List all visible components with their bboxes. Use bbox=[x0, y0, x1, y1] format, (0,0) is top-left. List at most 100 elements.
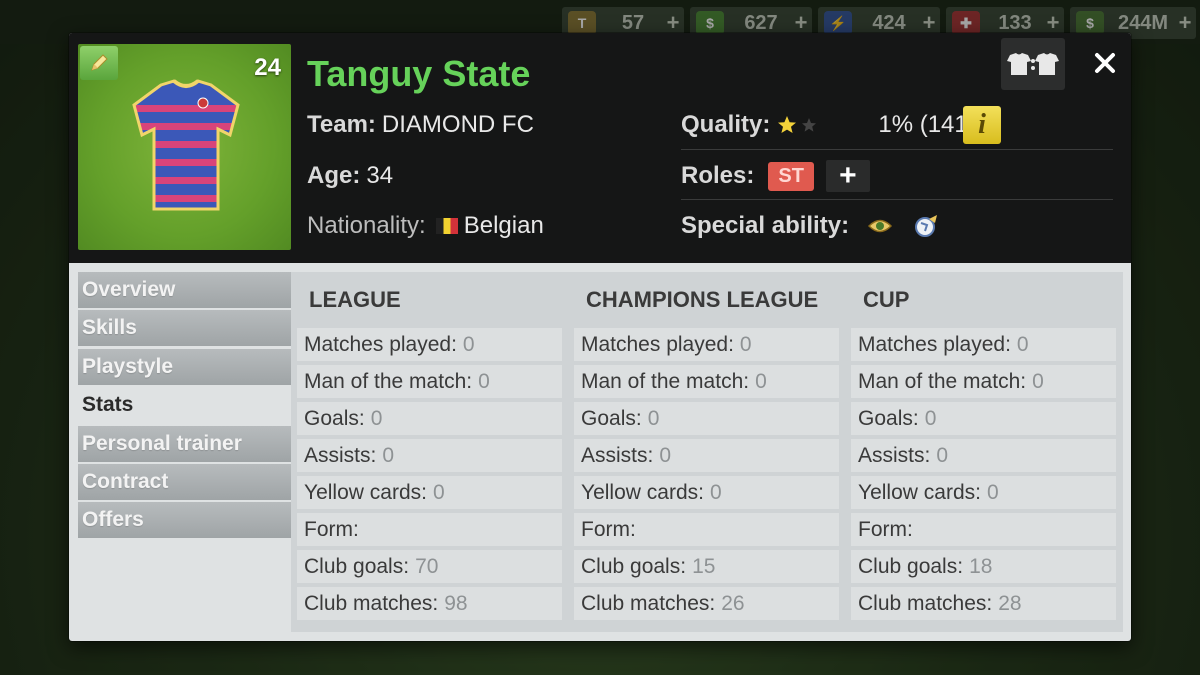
stat-label: Club goals: bbox=[304, 554, 410, 578]
stat-value: 0 bbox=[659, 443, 672, 467]
stat-value: 0 bbox=[462, 332, 475, 356]
age-label: Age: bbox=[307, 162, 361, 189]
stat-value: 98 bbox=[444, 591, 468, 615]
stat-row: Yellow cards: 0 bbox=[574, 476, 839, 509]
player-profile-dialog: 24 Tanguy State Team: DIAMOND FC Age: 34… bbox=[69, 33, 1131, 641]
stat-value: 18 bbox=[969, 554, 993, 578]
stat-row: Yellow cards: 0 bbox=[851, 476, 1116, 509]
stat-row: Club goals: 15 bbox=[574, 550, 839, 583]
age-row: Age: 34 bbox=[307, 153, 393, 199]
divider bbox=[681, 199, 1113, 200]
divider bbox=[681, 149, 1113, 150]
player-name: Tanguy State bbox=[307, 53, 531, 94]
special-ability-label: Special ability: bbox=[681, 212, 850, 239]
stats-column-champions-league: CHAMPIONS LEAGUE Matches played: 0 Man of… bbox=[574, 272, 839, 624]
shirt-compare-icon bbox=[1007, 53, 1059, 75]
stat-label: Club matches: bbox=[304, 591, 439, 615]
eye-ability-icon[interactable] bbox=[867, 215, 893, 237]
stats-column-league: LEAGUE Matches played: 0 Man of the match… bbox=[297, 272, 562, 624]
belgium-flag-icon bbox=[435, 218, 458, 234]
age-value: 34 bbox=[366, 162, 394, 189]
stat-row: Matches played: 0 bbox=[297, 328, 562, 361]
stat-label: Yellow cards: bbox=[858, 480, 981, 504]
stat-row: Goals: 0 bbox=[297, 402, 562, 435]
stat-row: Club matches: 98 bbox=[297, 587, 562, 620]
close-button[interactable] bbox=[1085, 43, 1125, 83]
team-label: Team: bbox=[307, 111, 376, 138]
profile-tabs: Overview Skills Playstyle Stats Personal… bbox=[78, 272, 291, 542]
stat-label: Form: bbox=[304, 517, 359, 541]
stat-row: Club matches: 28 bbox=[851, 587, 1116, 620]
stat-label: Matches played: bbox=[858, 332, 1011, 356]
role-badge[interactable]: ST bbox=[768, 161, 814, 191]
tab-overview[interactable]: Overview bbox=[78, 272, 291, 308]
stat-row: Assists: 0 bbox=[574, 439, 839, 472]
tab-contract[interactable]: Contract bbox=[78, 463, 291, 500]
stat-label: Club goals: bbox=[858, 554, 964, 578]
stat-row: Man of the match: 0 bbox=[851, 365, 1116, 398]
stat-label: Yellow cards: bbox=[581, 480, 704, 504]
stat-label: Form: bbox=[858, 517, 913, 541]
quality-value: 1% (141) bbox=[878, 111, 976, 138]
edit-button[interactable] bbox=[80, 46, 118, 80]
stat-label: Club matches: bbox=[858, 591, 993, 615]
tab-stats[interactable]: Stats bbox=[78, 387, 291, 424]
stat-label: Form: bbox=[581, 517, 636, 541]
stat-row: Club goals: 70 bbox=[297, 550, 562, 583]
stat-value: 26 bbox=[721, 591, 745, 615]
stat-row: Club matches: 26 bbox=[574, 587, 839, 620]
stat-row: Goals: 0 bbox=[851, 402, 1116, 435]
nationality-value: Belgian bbox=[463, 212, 544, 239]
stat-value: 28 bbox=[998, 591, 1022, 615]
stat-row: Form: bbox=[851, 513, 1116, 546]
column-title: LEAGUE bbox=[309, 287, 401, 312]
stats-panel: LEAGUE Matches played: 0 Man of the match… bbox=[291, 272, 1123, 632]
nationality-label: Nationality: bbox=[307, 212, 426, 239]
stat-value: 0 bbox=[986, 480, 999, 504]
player-jersey-card: 24 bbox=[78, 44, 291, 250]
stat-value: 0 bbox=[739, 332, 752, 356]
tab-personal-trainer[interactable]: Personal trainer bbox=[78, 425, 291, 462]
stat-label: Man of the match: bbox=[581, 369, 750, 393]
stat-value: 0 bbox=[432, 480, 445, 504]
stat-label: Goals: bbox=[304, 406, 365, 430]
stat-label: Club goals: bbox=[581, 554, 687, 578]
stat-label: Matches played: bbox=[581, 332, 734, 356]
stat-value: 0 bbox=[755, 369, 767, 393]
tab-playstyle[interactable]: Playstyle bbox=[78, 348, 291, 385]
stat-row: Man of the match: 0 bbox=[297, 365, 562, 398]
ball-ability-icon[interactable] bbox=[913, 213, 941, 239]
stat-row: Man of the match: 0 bbox=[574, 365, 839, 398]
stat-label: Assists: bbox=[581, 443, 654, 467]
close-icon bbox=[1095, 53, 1115, 73]
stat-row: Assists: 0 bbox=[297, 439, 562, 472]
stat-label: Assists: bbox=[858, 443, 931, 467]
stat-row: Matches played: 0 bbox=[574, 328, 839, 361]
stat-label: Club matches: bbox=[581, 591, 716, 615]
quality-label: Quality: bbox=[681, 111, 771, 138]
tab-skills[interactable]: Skills bbox=[78, 310, 291, 347]
team-row: Team: DIAMOND FC bbox=[307, 102, 534, 148]
kit-compare-button[interactable] bbox=[1001, 38, 1065, 90]
column-title: CHAMPIONS LEAGUE bbox=[586, 287, 819, 312]
roles-row: Roles: ST + bbox=[681, 153, 870, 199]
stat-row: Yellow cards: 0 bbox=[297, 476, 562, 509]
stat-value: 0 bbox=[478, 369, 490, 393]
nationality-row: Nationality: Belgian bbox=[307, 203, 544, 249]
quality-info-button[interactable]: i bbox=[963, 106, 1001, 144]
stat-label: Man of the match: bbox=[858, 369, 1027, 393]
jersey-icon bbox=[132, 79, 240, 211]
stat-label: Goals: bbox=[858, 406, 919, 430]
stat-value: 0 bbox=[370, 406, 383, 430]
stat-value: 15 bbox=[692, 554, 716, 578]
shirt-number: 24 bbox=[254, 54, 281, 81]
add-role-button[interactable]: + bbox=[825, 159, 870, 192]
player-header: 24 Tanguy State Team: DIAMOND FC Age: 34… bbox=[69, 33, 1131, 263]
stat-value: 0 bbox=[936, 443, 949, 467]
stat-value: 0 bbox=[924, 406, 937, 430]
stat-label: Assists: bbox=[304, 443, 377, 467]
stat-value: 0 bbox=[1032, 369, 1044, 393]
team-value[interactable]: DIAMOND FC bbox=[382, 111, 534, 139]
stat-row: Club goals: 18 bbox=[851, 550, 1116, 583]
tab-offers[interactable]: Offers bbox=[78, 502, 291, 539]
